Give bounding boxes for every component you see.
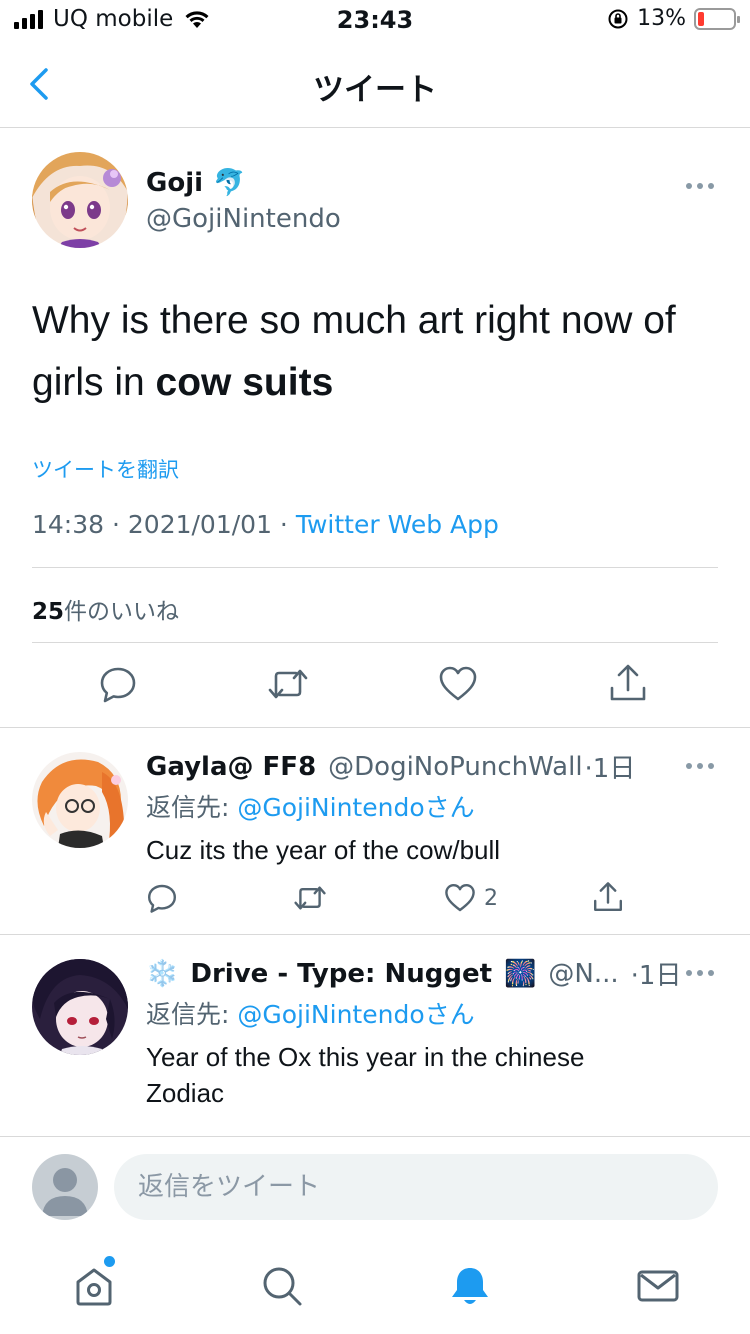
reply-text: Cuz its the year of the cow/bull <box>146 835 501 865</box>
divider <box>0 727 750 728</box>
heart-icon <box>445 884 475 912</box>
more-options-icon[interactable] <box>686 967 718 979</box>
navigation-bar: ツイート <box>0 44 750 128</box>
likes-count: 25 <box>32 599 65 625</box>
like-button[interactable]: 2 <box>444 882 498 914</box>
reply-age: ·1日 <box>584 754 636 784</box>
reply-to-mention[interactable]: @GojiNintendoさん <box>237 793 474 822</box>
new-content-dot <box>104 1256 115 1267</box>
tab-notifications[interactable] <box>446 1262 494 1310</box>
status-right: 13% <box>607 6 740 31</box>
reply-to-prefix: 返信先: <box>146 1000 238 1029</box>
author-name[interactable]: Goji <box>146 168 203 198</box>
tweet-timestamp: 14:38 · 2021/01/01 · <box>32 510 296 539</box>
reply-age: ·1日 <box>630 961 682 991</box>
home-icon <box>76 1268 112 1306</box>
page-title: ツイート <box>313 72 437 108</box>
reply-icon <box>148 884 176 913</box>
retweet-button[interactable] <box>292 882 328 914</box>
status-bar: UQ mobile 23:43 13% <box>0 0 750 40</box>
divider <box>32 567 718 568</box>
reply-header: ❄️ Drive - Type: Nugget 🎆 @N... ·1日 <box>146 955 681 992</box>
reply-author-handle[interactable]: @N... <box>548 959 618 989</box>
messages-icon <box>637 1270 679 1302</box>
divider <box>0 934 750 935</box>
reply-icon <box>100 667 136 703</box>
default-profile-icon <box>42 1168 88 1216</box>
my-avatar[interactable] <box>32 1154 98 1220</box>
likes-summary[interactable]: 25件のいいね <box>32 592 179 626</box>
share-icon <box>610 664 646 701</box>
fireworks-emoji-icon: 🎆 <box>504 958 537 989</box>
share-button[interactable] <box>608 662 648 704</box>
tab-messages[interactable] <box>634 1262 682 1310</box>
reply-header: Gayla@ FF8 @DogiNoPunchWall ·1日 <box>146 748 635 785</box>
reply-author-name[interactable]: Gayla@ FF8 <box>146 752 316 782</box>
share-button[interactable] <box>592 880 624 914</box>
tab-home[interactable] <box>70 1256 118 1310</box>
reply-button[interactable] <box>146 882 178 914</box>
tweet-action-bar <box>0 660 750 712</box>
battery-percent: 13% <box>637 6 686 31</box>
like-button[interactable] <box>438 664 478 704</box>
reply-to-line: 返信先: @GojiNintendoさん <box>146 995 475 1031</box>
divider <box>0 1136 750 1137</box>
notifications-icon <box>452 1268 488 1304</box>
reply-text: Year of the Ox this year in the chinese … <box>146 1042 585 1108</box>
likes-label: 件のいいね <box>64 599 180 625</box>
reply-avatar[interactable] <box>32 959 128 1055</box>
tweet-source-link[interactable]: Twitter Web App <box>296 510 499 539</box>
reply-to-line: 返信先: @GojiNintendoさん <box>146 788 475 824</box>
more-options-icon[interactable] <box>686 760 718 772</box>
tweet-text-bold: cow suits <box>155 361 334 404</box>
retweet-icon <box>294 886 326 910</box>
more-options-icon[interactable] <box>686 180 718 192</box>
tab-bar <box>0 1244 750 1334</box>
retweet-button[interactable] <box>266 664 310 704</box>
battery-icon <box>694 7 740 30</box>
reply-compose-input[interactable] <box>114 1154 718 1220</box>
orientation-lock-icon <box>608 9 628 28</box>
share-icon <box>594 882 622 912</box>
avatar-image <box>32 752 128 848</box>
reply-author-handle[interactable]: @DogiNoPunchWall <box>328 752 582 782</box>
tweet-text-body: Why is there so much art right now of gi… <box>32 299 676 404</box>
tweet-meta: 14:38 · 2021/01/01 · Twitter Web App <box>32 510 499 539</box>
reply-avatar[interactable] <box>32 752 128 848</box>
reply-author-name[interactable]: Drive - Type: Nugget <box>190 959 492 989</box>
tab-search[interactable] <box>258 1262 306 1310</box>
author-handle[interactable]: @GojiNintendo <box>146 204 341 234</box>
reply-to-prefix: 返信先: <box>146 793 238 822</box>
like-count: 2 <box>484 885 498 911</box>
dolphin-emoji-icon: 🐬 <box>213 168 246 198</box>
reply-to-mention[interactable]: @GojiNintendoさん <box>237 1000 474 1029</box>
divider <box>32 642 718 643</box>
tweet-text: Why is there so much art right now of gi… <box>32 290 722 414</box>
retweet-icon <box>268 669 308 699</box>
avatar-image <box>32 959 128 1055</box>
translate-tweet-link[interactable]: ツイートを翻訳 <box>32 454 179 484</box>
heart-icon <box>439 666 477 701</box>
author-name-row: Goji 🐬 <box>146 168 245 198</box>
snowflake-emoji-icon: ❄️ <box>146 958 179 989</box>
reply-button[interactable] <box>98 664 138 704</box>
search-icon <box>263 1267 302 1306</box>
avatar-image <box>32 152 128 248</box>
author-avatar[interactable] <box>32 152 128 248</box>
